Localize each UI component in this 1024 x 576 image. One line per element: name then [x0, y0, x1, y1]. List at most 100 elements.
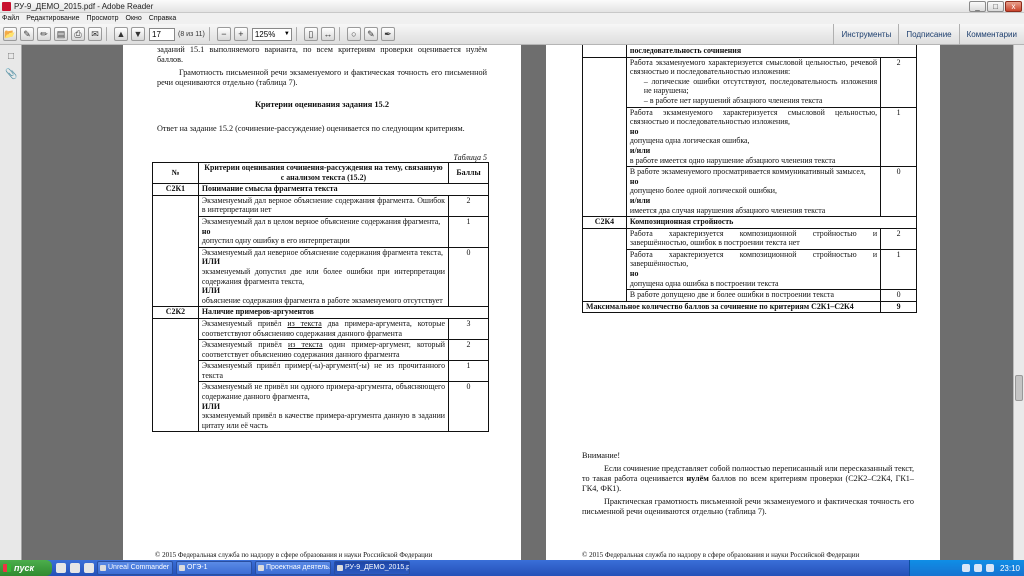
adobe-reader-icon: [2, 1, 11, 11]
header-num: №: [152, 161, 199, 185]
maximize-button[interactable]: □: [987, 1, 1004, 12]
table-row: В работе допущено две и более ошибки в п…: [583, 289, 917, 302]
open-icon[interactable]: 📂: [3, 27, 17, 41]
system-tray: 23:10: [909, 560, 1024, 576]
quick-launch-icon[interactable]: [84, 563, 94, 573]
zoom-out-icon[interactable]: −: [216, 27, 231, 41]
save-icon[interactable]: ▤: [54, 27, 68, 41]
desc-part: допущена одна ошибка в построении текста: [629, 278, 779, 288]
page-number-input[interactable]: 17: [149, 27, 175, 41]
menu-bar: Файл Редактирование Просмотр Окно Справк…: [0, 13, 1024, 24]
fit-width-icon[interactable]: ↔: [320, 27, 335, 41]
toolbar-panels: Инструменты Подписание Комментарии: [833, 24, 1024, 45]
criterion-score: 1: [448, 360, 489, 383]
max-score-label: Максимальное количество баллов за сочине…: [581, 300, 882, 314]
criterion-description: Экзаменуемый дал верное объяснение содер…: [197, 194, 450, 217]
menu-help[interactable]: Справка: [149, 15, 176, 22]
criterion-score: 2: [880, 56, 917, 108]
table-row: Работа экзаменуемого характеризуется смы…: [582, 56, 917, 218]
conjunction: и/или: [629, 195, 651, 205]
previous-page-icon[interactable]: ▲: [114, 27, 128, 41]
toolbar-separator: [295, 27, 297, 41]
zoom-in-icon[interactable]: +: [233, 27, 248, 41]
pdf-page-left: заданий 15.1 выполняемого варианта, по в…: [123, 45, 521, 560]
fit-page-icon[interactable]: ▯: [303, 27, 318, 41]
empty-cell: [152, 194, 199, 308]
window-title: РУ-9_ДЕМО_2015.pdf - Adobe Reader: [14, 1, 154, 11]
print-icon[interactable]: ⎙: [71, 27, 85, 41]
table-row: В работе экзаменуемого просматривается к…: [583, 166, 917, 218]
criteria-table-left: № Критерии оценивания сочинения-рассужде…: [152, 161, 490, 433]
table-row: Экзаменуемый привёл из текста один приме…: [153, 339, 489, 362]
criterion-description: Работа характеризуется композиционной ст…: [625, 248, 882, 291]
toolbar-separator: [106, 27, 107, 41]
tools-pane-button[interactable]: Инструменты: [833, 24, 898, 45]
conjunction: но: [201, 226, 211, 236]
desc-part: Работа экзаменуемого характеризуется смы…: [629, 107, 878, 127]
comment-icon[interactable]: ○: [346, 27, 361, 41]
minimize-button[interactable]: _: [969, 1, 986, 12]
start-button[interactable]: пуск: [0, 560, 52, 576]
desc-part: экзаменуемый привёл в качестве примера-а…: [201, 411, 446, 430]
edit-icon[interactable]: ✏: [37, 27, 51, 41]
menu-file[interactable]: Файл: [2, 15, 19, 22]
max-score-value: 9: [880, 300, 917, 314]
taskbar-item-unreal-commander[interactable]: Unreal Commander: [97, 561, 173, 575]
quick-launch-icon[interactable]: [70, 563, 80, 573]
quick-launch-icon[interactable]: [56, 563, 66, 573]
criterion-description: В работе экзаменуемого просматривается к…: [625, 166, 882, 218]
table-row: Экзаменуемый дал неверное объяснение сод…: [153, 246, 489, 308]
menu-window[interactable]: Окно: [126, 15, 142, 22]
section-heading: Критерии оценивания задания 15.2: [254, 100, 390, 109]
taskbar-item-pdf[interactable]: РУ-9_ДЕМО_2015.p...: [334, 561, 410, 575]
table-row: Работа характеризуется композиционной ст…: [582, 227, 917, 302]
attachments-icon[interactable]: 📎: [5, 69, 17, 81]
pages-panel-icon[interactable]: □: [5, 51, 17, 63]
zoom-select[interactable]: 125% ▼: [251, 27, 292, 41]
criterion-description: В работе допущено две и более ошибки в п…: [625, 289, 882, 302]
desc-part: допущена одна логическая ошибка,: [629, 136, 750, 146]
page-footer: © 2015 Федеральная служба по надзору в с…: [155, 551, 433, 559]
criterion-description: Работа экзаменуемого характеризуется смы…: [625, 106, 882, 168]
criterion-k3-row: последовательность сочинения: [582, 45, 918, 58]
email-icon[interactable]: ✉: [88, 27, 102, 41]
network-icon[interactable]: [961, 564, 970, 572]
criterion-description: Экзаменуемый привёл пример(-ы)-аргумент(…: [197, 360, 450, 383]
sign-pane-button[interactable]: Подписание: [898, 24, 958, 45]
next-page-icon[interactable]: ▼: [131, 27, 145, 41]
criterion-score: 2: [448, 339, 489, 362]
header-score: Баллы: [448, 161, 489, 185]
vertical-scrollbar[interactable]: [1013, 45, 1024, 560]
close-button[interactable]: x: [1005, 1, 1022, 12]
toolbar-separator: [208, 27, 210, 41]
criterion-description: Экзаменуемый не привёл ни одного примера…: [197, 381, 450, 433]
document-area: заданий 15.1 выполняемого варианта, по в…: [23, 45, 1013, 560]
create-pdf-icon[interactable]: ✎: [20, 27, 34, 41]
scrollbar-thumb[interactable]: [1015, 375, 1023, 401]
desc-part: Экзаменуемый привёл: [201, 340, 288, 350]
menu-edit[interactable]: Редактирование: [26, 15, 79, 22]
title-bar: РУ-9_ДЕМО_2015.pdf - Adobe Reader _ □ x: [0, 0, 1024, 13]
conjunction: но: [629, 269, 639, 279]
answer-paragraph: Ответ на задание 15.2 (сочинение-рассужд…: [157, 124, 465, 133]
language-icon[interactable]: [985, 564, 994, 572]
note-emphasis: нулём: [686, 474, 709, 483]
highlight-icon[interactable]: ✎: [363, 27, 378, 41]
taskbar-item-project[interactable]: Проектная деятель...: [255, 561, 331, 575]
windows-logo-icon: [3, 564, 11, 572]
table-row: Экзаменуемый дал в целом верное объяснен…: [153, 215, 489, 248]
desc-part: допустил одну ошибку в его интерпретации: [201, 236, 350, 246]
start-label: пуск: [14, 563, 35, 573]
table-row: Экзаменуемый привёл из текста два пример…: [152, 317, 489, 433]
taskbar-item-oge[interactable]: ОГЭ-1: [176, 561, 252, 575]
literacy-note: Практическая грамотность письменной речи…: [582, 497, 914, 516]
comment-pane-button[interactable]: Комментарии: [958, 24, 1024, 45]
volume-icon[interactable]: [973, 564, 982, 572]
criterion-score: 1: [880, 106, 917, 168]
criterion-title: Наличие примеров-аргументов: [197, 306, 490, 319]
intro-paragraph: заданий 15.1 выполняемого варианта, по в…: [157, 45, 487, 64]
menu-view[interactable]: Просмотр: [87, 15, 119, 22]
sign-icon[interactable]: ✒: [380, 27, 395, 41]
bullet-item: – логические ошибки отсутствуют, последо…: [643, 76, 878, 96]
conjunction: и/или: [629, 145, 651, 155]
